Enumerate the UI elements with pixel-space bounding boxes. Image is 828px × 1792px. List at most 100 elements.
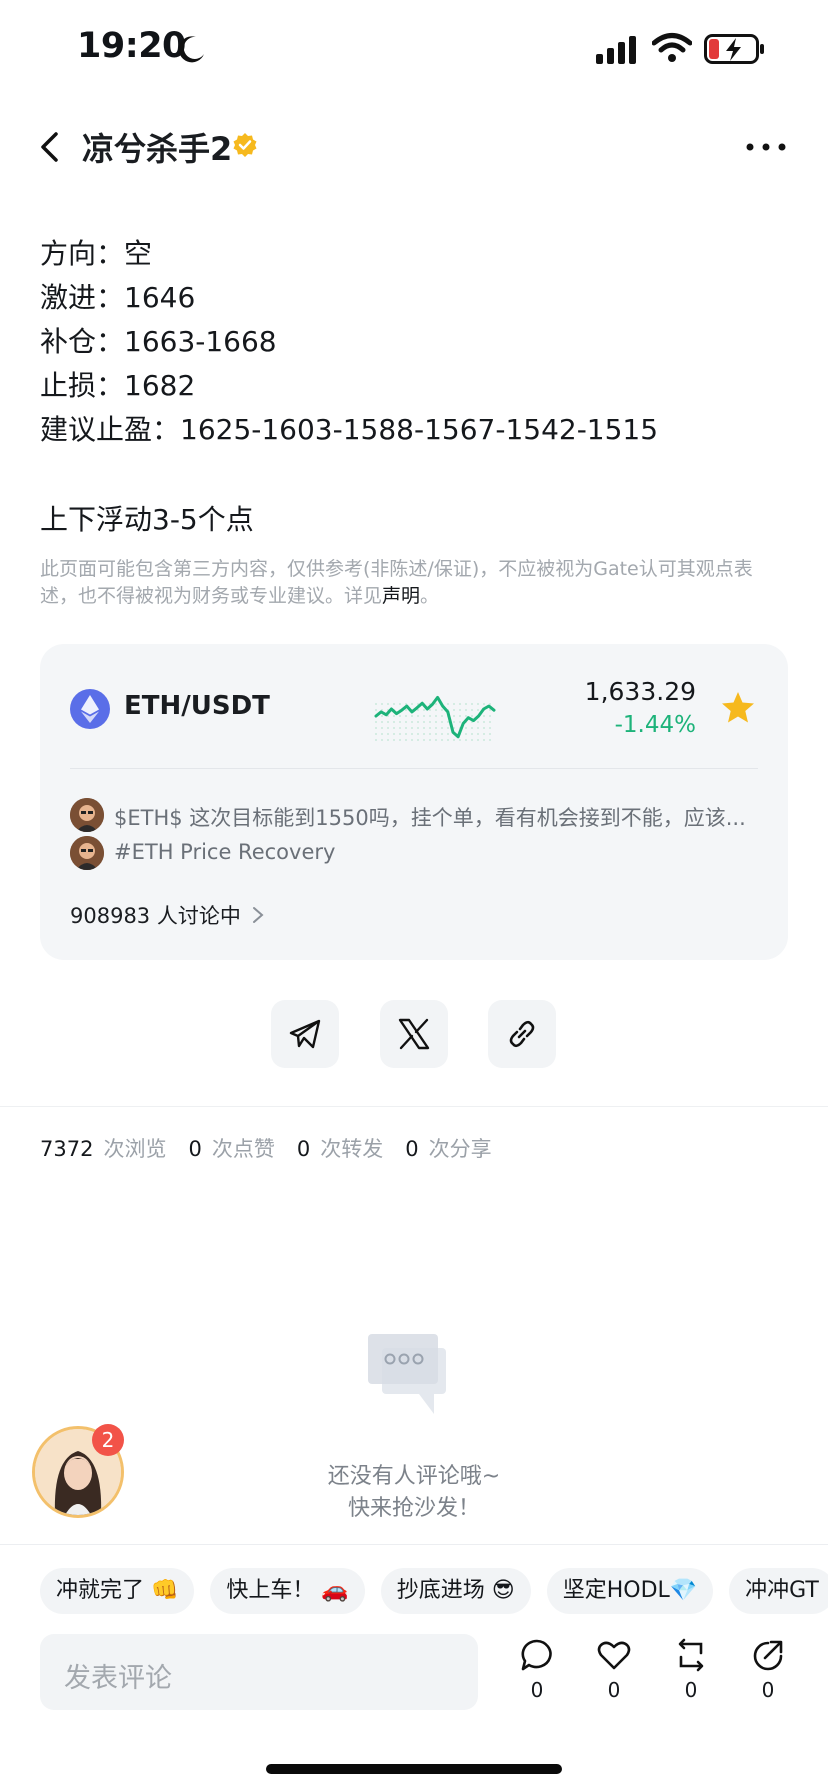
quick-reply-chip[interactable]: 坚定HODL💎 xyxy=(546,1568,714,1614)
sparkline-dot xyxy=(417,739,419,741)
sparkline-dot xyxy=(459,709,461,711)
sparkline-dot xyxy=(477,709,479,711)
sparkline-dot xyxy=(429,709,431,711)
battery-icon xyxy=(704,34,764,64)
sparkline-dot xyxy=(453,703,455,705)
comment-input[interactable]: 发表评论 xyxy=(40,1634,478,1710)
sparkline-dot xyxy=(411,703,413,705)
sparkline-dot xyxy=(423,733,425,735)
likes-label: 次点赞 xyxy=(211,1137,275,1161)
avatar xyxy=(70,798,104,832)
sparkline-dot xyxy=(453,721,455,723)
sparkline-dot xyxy=(471,733,473,735)
empty-comments-line2: 快来抢沙发！ xyxy=(347,1496,480,1521)
sparkline-dot xyxy=(465,733,467,735)
sparkline-dot xyxy=(393,715,395,717)
ticker-card[interactable]: ETH/USDT 1,633.29 -1.44% $ETH$ 这次目标能到155… xyxy=(40,644,788,960)
disclaimer-link[interactable]: 声明 xyxy=(382,585,420,607)
sparkline-dot xyxy=(489,739,491,741)
sparkline-dot xyxy=(459,721,461,723)
sparkline-dot xyxy=(459,703,461,705)
sparkline-dot xyxy=(453,709,455,711)
share-x-button[interactable] xyxy=(380,1000,448,1068)
sparkline-dot xyxy=(393,739,395,741)
sparkline-dot xyxy=(399,715,401,717)
discussion-count[interactable]: 908983 人讨论中 xyxy=(70,900,241,930)
section-divider xyxy=(0,1106,828,1107)
sparkline-dot xyxy=(387,727,389,729)
sparkline-dot xyxy=(471,709,473,711)
sparkline-dot xyxy=(441,733,443,735)
quick-reply-chip[interactable]: 快上车！ 🚗 xyxy=(210,1568,365,1614)
sparkline-dot xyxy=(429,721,431,723)
quick-reply-chip[interactable]: 抄底进场 😎 xyxy=(380,1568,531,1614)
sparkline-dot xyxy=(399,739,401,741)
sparkline-dot xyxy=(441,727,443,729)
sparkline-dot xyxy=(423,739,425,741)
quick-reply-chip[interactable]: 冲就完了 👊 xyxy=(40,1568,195,1614)
sparkline-dot xyxy=(465,709,467,711)
comment-icon xyxy=(521,1639,552,1671)
sparkline-dot xyxy=(489,733,491,735)
sparkline-dot xyxy=(471,739,473,741)
card-divider xyxy=(70,768,758,769)
sparkline-dot xyxy=(489,721,491,723)
discussion-item[interactable]: $ETH$ 这次目标能到1550吗，挂个单，看有机会接到不能，应该... xyxy=(70,798,770,834)
sparkline-dot xyxy=(441,715,443,717)
reposts-count: 0 xyxy=(296,1137,311,1161)
link-icon xyxy=(509,1020,535,1048)
quick-reply-chip[interactable]: 冲冲GT xyxy=(729,1568,828,1614)
sparkline-dot xyxy=(483,739,485,741)
status-bar: 19:20 xyxy=(0,0,828,100)
sparkline-dot xyxy=(405,709,407,711)
post-line-take-profit: 建议止盈：1625-1603-1588-1567-1542-1515 xyxy=(40,413,659,446)
discussion-item[interactable]: #ETH Price Recovery xyxy=(70,836,770,872)
sparkline-dot xyxy=(489,715,491,717)
sparkline-dot xyxy=(375,703,377,705)
sparkline-dot xyxy=(411,715,413,717)
sparkline-dot xyxy=(435,727,437,729)
eth-logo-icon xyxy=(70,689,110,729)
comment-button[interactable]: 0 xyxy=(509,1638,565,1718)
more-icon[interactable] xyxy=(744,130,788,164)
sparkline-dot xyxy=(417,733,419,735)
sparkline-dot xyxy=(483,715,485,717)
sparkline-dot xyxy=(471,703,473,705)
sparkline-dot xyxy=(465,739,467,741)
sparkline-dot xyxy=(459,715,461,717)
views-count: 7372 xyxy=(40,1137,94,1161)
sparkline-dot xyxy=(441,739,443,741)
sparkline-dot xyxy=(435,703,437,705)
sparkline-dot xyxy=(381,733,383,735)
sparkline-dot xyxy=(411,739,413,741)
wifi-icon xyxy=(652,33,692,62)
sparkline-dot xyxy=(447,739,449,741)
telegram-icon xyxy=(289,1019,321,1049)
post-stats: 7372 次浏览 0 次点赞 0 次转发 0 次分享 xyxy=(40,1133,514,1163)
share-link-button[interactable] xyxy=(488,1000,556,1068)
quick-reply-chips: 冲就完了 👊 快上车！ 🚗 抄底进场 😎 坚定HODL💎 冲冲GT xyxy=(40,1568,828,1618)
sparkline-dot xyxy=(447,727,449,729)
empty-comments-line1: 还没有人评论哦~ xyxy=(327,1464,501,1489)
share-button[interactable]: 0 xyxy=(740,1638,796,1718)
avatar xyxy=(70,836,104,870)
like-button[interactable]: 0 xyxy=(586,1638,642,1718)
sparkline-dot xyxy=(441,709,443,711)
x-icon xyxy=(398,1018,430,1050)
star-icon[interactable] xyxy=(720,690,756,726)
repost-button[interactable]: 0 xyxy=(663,1638,719,1718)
sparkline-dot xyxy=(435,733,437,735)
sparkline-dot xyxy=(453,715,455,717)
pair-name: ETH/USDT xyxy=(124,691,270,721)
share-telegram-button[interactable] xyxy=(271,1000,339,1068)
likes-count: 0 xyxy=(188,1137,202,1161)
sparkline-dot xyxy=(423,727,425,729)
notification-badge: 2 xyxy=(92,1424,124,1456)
reposts-label: 次转发 xyxy=(320,1137,384,1161)
sparkline-dot xyxy=(387,733,389,735)
author-name[interactable]: 凉兮杀手2 xyxy=(82,124,232,170)
back-icon[interactable] xyxy=(36,130,66,164)
share-icon xyxy=(753,1640,783,1671)
sparkline-dot xyxy=(417,715,419,717)
sparkline-dot xyxy=(393,721,395,723)
